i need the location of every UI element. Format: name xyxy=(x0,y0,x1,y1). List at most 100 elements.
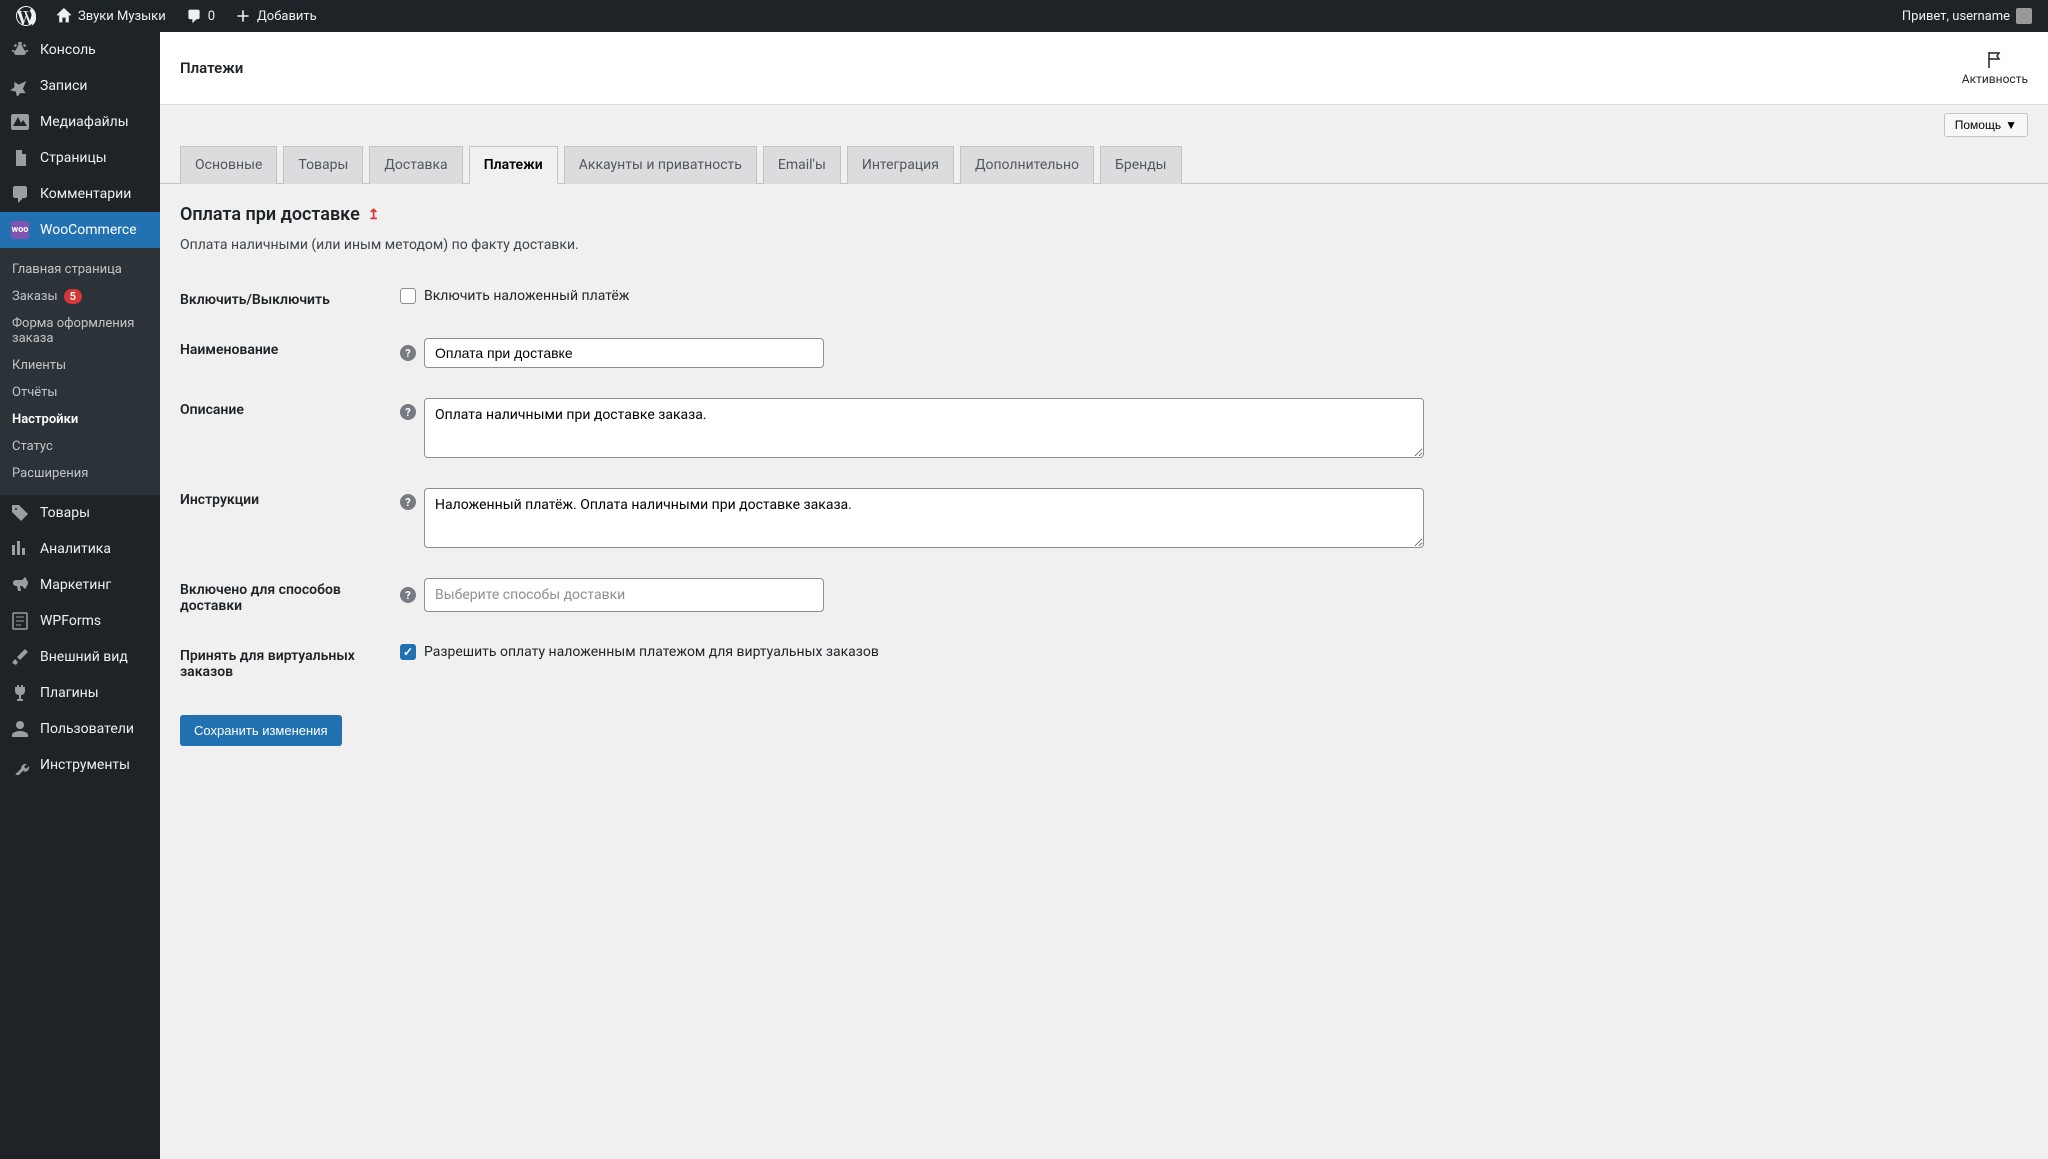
help-button[interactable]: Помощь ▼ xyxy=(1944,113,2028,137)
enable-label: Включить/Выключить xyxy=(180,288,400,308)
tab-general[interactable]: Основные xyxy=(180,146,277,184)
help-tab-row: Помощь ▼ xyxy=(160,105,2048,137)
help-icon[interactable]: ? xyxy=(400,494,416,510)
instructions-textarea[interactable] xyxy=(424,488,1424,548)
menu-tools[interactable]: Инструменты xyxy=(0,747,160,783)
submenu-settings[interactable]: Настройки xyxy=(0,406,160,433)
title-input[interactable] xyxy=(424,338,824,368)
chart-icon xyxy=(10,539,30,559)
page-title: Платежи xyxy=(180,59,243,77)
content-header: Платежи Активность xyxy=(160,32,2048,105)
add-new-label: Добавить xyxy=(257,9,317,24)
menu-wpforms[interactable]: WPForms xyxy=(0,603,160,639)
home-icon xyxy=(56,8,72,24)
menu-plugins[interactable]: Плагины xyxy=(0,675,160,711)
instructions-label: Инструкции xyxy=(180,488,400,508)
field-enable: Включить/Выключить Включить наложенный п… xyxy=(180,273,2028,323)
submenu-extensions[interactable]: Расширения xyxy=(0,460,160,487)
brush-icon xyxy=(10,647,30,667)
field-virtual: Принять для виртуальных заказов Разрешит… xyxy=(180,629,2028,695)
description-label: Описание xyxy=(180,398,400,418)
site-name: Звуки Музыки xyxy=(78,9,166,24)
settings-form: Включить/Выключить Включить наложенный п… xyxy=(180,273,2028,695)
main-content: Платежи Активность Помощь ▼ Основные Тов… xyxy=(160,32,2048,1159)
submenu-home[interactable]: Главная страница xyxy=(0,256,160,283)
chevron-down-icon: ▼ xyxy=(2005,118,2017,132)
add-new-link[interactable]: Добавить xyxy=(227,0,325,32)
woocommerce-submenu: Главная страница Заказы 5 Форма оформлен… xyxy=(0,248,160,495)
virtual-checkbox[interactable] xyxy=(400,644,416,660)
description-textarea[interactable] xyxy=(424,398,1424,458)
woocommerce-icon: woo xyxy=(10,220,30,240)
menu-marketing[interactable]: Маркетинг xyxy=(0,567,160,603)
field-description: Описание ? xyxy=(180,383,2028,473)
admin-sidebar: Консоль Записи Медиафайлы Страницы Комме… xyxy=(0,32,160,1159)
field-title: Наименование ? xyxy=(180,323,2028,383)
enable-checkbox-label: Включить наложенный платёж xyxy=(424,288,630,304)
menu-media[interactable]: Медиафайлы xyxy=(0,104,160,140)
menu-users[interactable]: Пользователи xyxy=(0,711,160,747)
shipping-methods-label: Включено для способов доставки xyxy=(180,578,400,614)
comments-count: 0 xyxy=(208,9,215,24)
admin-bar: Звуки Музыки 0 Добавить Привет, username xyxy=(0,0,2048,32)
activity-link[interactable]: Активность xyxy=(1962,50,2028,86)
megaphone-icon xyxy=(10,575,30,595)
plug-icon xyxy=(10,683,30,703)
menu-pages[interactable]: Страницы xyxy=(0,140,160,176)
user-greeting[interactable]: Привет, username xyxy=(1894,0,2040,32)
submenu-customers[interactable]: Клиенты xyxy=(0,352,160,379)
wp-logo[interactable] xyxy=(8,0,44,32)
tag-icon xyxy=(10,503,30,523)
comments-icon xyxy=(10,184,30,204)
avatar xyxy=(2016,8,2032,24)
form-icon xyxy=(10,611,30,631)
menu-products[interactable]: Товары xyxy=(0,495,160,531)
field-instructions: Инструкции ? xyxy=(180,473,2028,563)
settings-tabs: Основные Товары Доставка Платежи Аккаунт… xyxy=(160,137,2048,184)
plus-icon xyxy=(235,8,251,24)
flag-icon xyxy=(1985,50,2005,70)
comment-icon xyxy=(186,8,202,24)
menu-woocommerce[interactable]: woo WooCommerce xyxy=(0,212,160,248)
tab-brands[interactable]: Бренды xyxy=(1100,146,1182,184)
submenu-orders[interactable]: Заказы 5 xyxy=(0,283,160,310)
field-shipping-methods: Включено для способов доставки ? Выберит… xyxy=(180,563,2028,629)
submenu-reports[interactable]: Отчёты xyxy=(0,379,160,406)
orders-badge: 5 xyxy=(64,289,82,304)
wrench-icon xyxy=(10,755,30,775)
tab-accounts[interactable]: Аккаунты и приватность xyxy=(564,146,757,184)
help-icon[interactable]: ? xyxy=(400,345,416,361)
menu-appearance[interactable]: Внешний вид xyxy=(0,639,160,675)
back-link-icon[interactable]: ↥ xyxy=(368,207,380,223)
dashboard-icon xyxy=(10,40,30,60)
tab-products[interactable]: Товары xyxy=(283,146,363,184)
section-title: Оплата при доставке ↥ xyxy=(180,204,2028,225)
menu-posts[interactable]: Записи xyxy=(0,68,160,104)
virtual-label: Принять для виртуальных заказов xyxy=(180,644,400,680)
section-description: Оплата наличными (или иным методом) по ф… xyxy=(180,237,2028,253)
user-icon xyxy=(10,719,30,739)
menu-comments[interactable]: Комментарии xyxy=(0,176,160,212)
shipping-methods-select[interactable]: Выберите способы доставки xyxy=(424,578,824,612)
greeting-text: Привет, username xyxy=(1902,9,2010,24)
help-icon[interactable]: ? xyxy=(400,404,416,420)
site-name-link[interactable]: Звуки Музыки xyxy=(48,0,174,32)
tab-integration[interactable]: Интеграция xyxy=(847,146,954,184)
tab-payments[interactable]: Платежи xyxy=(469,146,558,184)
enable-checkbox[interactable] xyxy=(400,288,416,304)
tab-advanced[interactable]: Дополнительно xyxy=(960,146,1094,184)
pin-icon xyxy=(10,76,30,96)
tab-emails[interactable]: Email'ы xyxy=(763,146,841,184)
menu-analytics[interactable]: Аналитика xyxy=(0,531,160,567)
save-button[interactable]: Сохранить изменения xyxy=(180,715,342,746)
title-label: Наименование xyxy=(180,338,400,358)
help-icon[interactable]: ? xyxy=(400,587,416,603)
media-icon xyxy=(10,112,30,132)
submenu-checkout-form[interactable]: Форма оформления заказа xyxy=(0,310,160,352)
page-icon xyxy=(10,148,30,168)
submenu-status[interactable]: Статус xyxy=(0,433,160,460)
menu-console[interactable]: Консоль xyxy=(0,32,160,68)
tab-shipping[interactable]: Доставка xyxy=(369,146,462,184)
comments-link[interactable]: 0 xyxy=(178,0,223,32)
virtual-checkbox-label: Разрешить оплату наложенным платежом для… xyxy=(424,644,879,660)
